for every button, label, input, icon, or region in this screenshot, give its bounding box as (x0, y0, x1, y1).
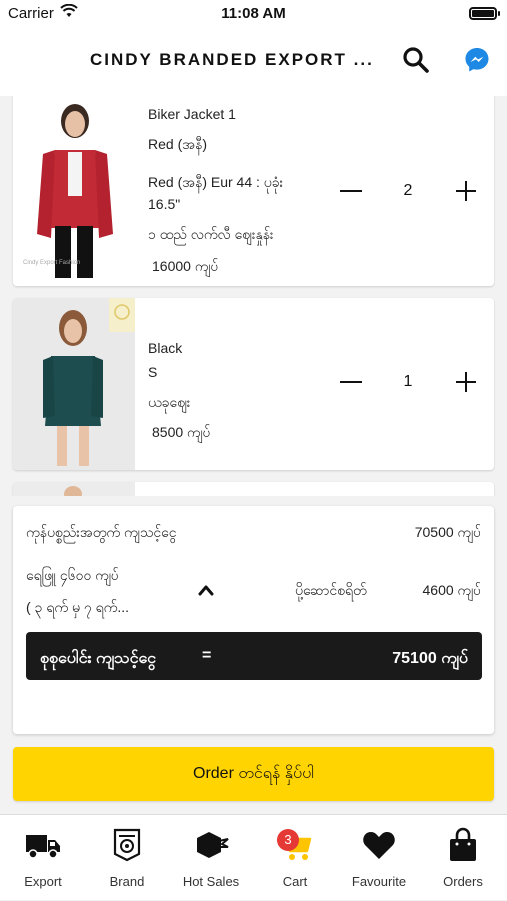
item-name: Biker Jacket 1 (148, 106, 236, 122)
product-image: Cindy Export Fashion (13, 96, 135, 286)
tab-label: Hot Sales (182, 874, 240, 889)
image-watermark: Cindy Export Fashion (23, 260, 81, 266)
place-order-button[interactable]: Order တင်ရန် နှိပ်ပါ (13, 747, 494, 801)
item-size: S (148, 364, 158, 380)
tab-export[interactable]: Export (1, 815, 85, 901)
cart-item-list[interactable]: Cindy Export Fashion Biker Jacket 1 Red … (0, 96, 507, 496)
tab-label: Cart (282, 874, 308, 889)
item-size: Red (အနီ) Eur 44 : ပုခုံး (148, 174, 284, 190)
delivery-location[interactable]: ရေဖြူ ၄၆၀၀ ကျပ် (26, 566, 119, 587)
total-equals: = (202, 647, 212, 664)
clock: 11:08 AM (221, 5, 286, 22)
bottom-tab-bar: Export Brand Hot Sales 3 Cart Favourite … (0, 814, 507, 900)
increase-qty-button[interactable] (456, 372, 476, 392)
total-value: 75100 ကျပ် (392, 650, 468, 667)
brand-badge-icon (109, 827, 145, 863)
delivery-fee-label: ပို့ဆောင်စရိတ် (295, 582, 367, 598)
quantity-value: 1 (403, 373, 413, 390)
tab-label: Export (24, 874, 62, 889)
tab-label: Brand (109, 874, 145, 889)
item-color: Black (148, 340, 183, 356)
item-note: ယခုဈေး (148, 394, 191, 410)
decrease-qty-button[interactable] (340, 190, 362, 192)
top-app-bar: CINDY BRANDED EXPORT ... (0, 28, 507, 96)
cart-item-card[interactable] (13, 482, 494, 496)
tab-hot-sales[interactable]: Hot Sales (169, 815, 253, 901)
product-image (13, 298, 135, 470)
item-color: Red (အနီ) (148, 136, 207, 152)
order-summary: ကုန်ပစ္စည်းအတွက် ကျသင့်ငွေ 70500 ကျပ် ရေ… (13, 506, 494, 734)
item-size-cont: 16.5" (148, 196, 181, 212)
subtotal-value: 70500 ကျပ် (414, 524, 481, 540)
truck-icon (25, 827, 61, 863)
heart-icon (361, 827, 397, 863)
cart-item-card[interactable]: Cindy Export Fashion Biker Jacket 1 Red … (13, 96, 494, 286)
delivery-duration: ( ၃ ရက် မှ ၇ ရက်... (26, 599, 130, 615)
tab-favourite[interactable]: Favourite (337, 815, 421, 901)
item-note: ၁ ထည် လက်လီ ဈေးနှုန်း (148, 226, 274, 242)
tab-label: Favourite (351, 874, 407, 889)
hot-sales-icon (193, 827, 229, 863)
messenger-icon[interactable] (463, 46, 491, 79)
quantity-value: 2 (403, 182, 413, 199)
search-icon[interactable] (402, 46, 430, 79)
product-image (13, 482, 135, 496)
decrease-qty-button[interactable] (340, 381, 362, 383)
page-title: CINDY BRANDED EXPORT ... (90, 50, 374, 69)
total-label: စုစုပေါင်း ကျသင့်ငွေ (40, 650, 157, 667)
total-bar: စုစုပေါင်း ကျသင့်ငွေ = 75100 ကျပ် (26, 632, 482, 680)
tab-brand[interactable]: Brand (85, 815, 169, 901)
chevron-up-icon[interactable] (198, 582, 214, 598)
cart-icon: 3 (277, 827, 313, 863)
shopping-bag-icon (445, 827, 481, 863)
item-price: 8500 ကျပ် (152, 424, 211, 440)
delivery-fee-value: 4600 ကျပ် (422, 582, 482, 598)
tab-orders[interactable]: Orders (421, 815, 505, 901)
tab-cart[interactable]: 3 Cart (253, 815, 337, 901)
item-price: 16000 ကျပ် (152, 258, 219, 274)
subtotal-label: ကုန်ပစ္စည်းအတွက် ကျသင့်ငွေ (26, 524, 177, 540)
status-bar: Carrier 11:08 AM (0, 0, 507, 28)
battery-icon (469, 7, 500, 20)
increase-qty-button[interactable] (456, 181, 476, 201)
cart-count-badge: 3 (277, 829, 299, 851)
cart-item-card[interactable]: Black S ယခုဈေး 8500 ကျပ် 1 (13, 298, 494, 470)
tab-label: Orders (443, 874, 483, 889)
